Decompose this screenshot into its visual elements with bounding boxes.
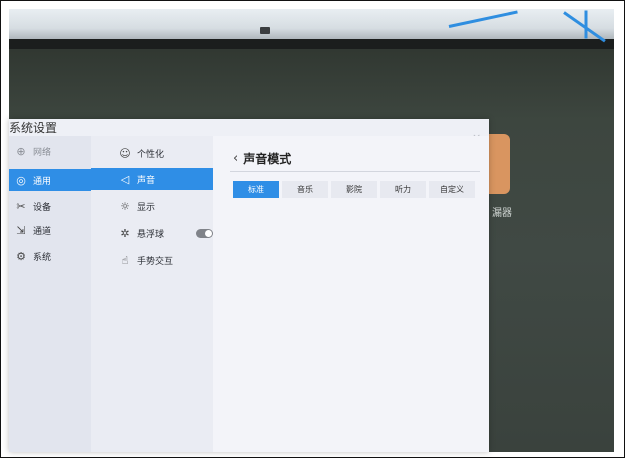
mode-button-music[interactable]: 音乐 bbox=[282, 181, 328, 198]
subnav-item-label: 个性化 bbox=[137, 149, 165, 160]
mode-button-hearing[interactable]: 听力 bbox=[380, 181, 426, 198]
subnav-item-label: 悬浮球 bbox=[137, 229, 165, 240]
general-icon: ◎ bbox=[16, 173, 26, 187]
display-bezel bbox=[9, 39, 614, 49]
ceiling-light-line bbox=[584, 10, 588, 39]
camera-icon bbox=[260, 27, 270, 34]
back-chevron-icon[interactable]: ‹ bbox=[233, 151, 238, 166]
page-title: 声音模式 bbox=[243, 152, 292, 166]
floating-ball-toggle[interactable] bbox=[196, 229, 213, 238]
mode-button-standard[interactable]: 标准 bbox=[233, 181, 279, 198]
sidebar-item-system[interactable]: ⚙ 系统 bbox=[9, 245, 91, 267]
floating-ball-icon: ✲ bbox=[120, 226, 130, 240]
app-tile-label: 漏器 bbox=[492, 208, 512, 219]
mode-button-custom[interactable]: 自定义 bbox=[429, 181, 475, 198]
sidebar-item-network[interactable]: ⊕ 网络 bbox=[9, 140, 91, 162]
sidebar-item-label: 设备 bbox=[33, 202, 52, 213]
sidebar-item-label: 网络 bbox=[33, 147, 52, 158]
globe-icon: ⊕ bbox=[16, 144, 26, 158]
subnav-item-gesture[interactable]: ☝ 手势交互 bbox=[91, 249, 213, 271]
brightness-icon: ☼ bbox=[120, 199, 130, 213]
subnav-item-floating-ball[interactable]: ✲ 悬浮球 bbox=[91, 222, 191, 244]
sidebar-item-label: 通道 bbox=[33, 226, 52, 237]
sidebar-item-general[interactable]: ◎ 通用 bbox=[9, 169, 91, 191]
system-icon: ⚙ bbox=[16, 249, 26, 263]
input-channel-icon: ⇲ bbox=[16, 223, 26, 237]
speaker-icon: ◁ bbox=[120, 172, 130, 186]
sidebar-item-channels[interactable]: ⇲ 通道 bbox=[9, 219, 91, 241]
header-divider bbox=[230, 171, 480, 172]
subnav-item-display[interactable]: ☼ 显示 bbox=[91, 195, 213, 217]
sidebar-item-label: 系统 bbox=[33, 252, 52, 263]
subnav-item-label: 显示 bbox=[137, 202, 156, 213]
subnav-item-sound[interactable]: ◁ 声音 bbox=[91, 168, 213, 190]
subnav-item-label: 手势交互 bbox=[137, 256, 174, 267]
sound-mode-group: 标准 音乐 影院 听力 自定义 bbox=[233, 181, 475, 198]
palette-icon: ☺ bbox=[119, 146, 131, 160]
tools-icon: ✂ bbox=[16, 199, 26, 213]
subnav-item-personalization[interactable]: ☺ 个性化 bbox=[91, 142, 213, 164]
subnav-item-label: 声音 bbox=[137, 175, 156, 186]
page-header: ‹ 声音模式 bbox=[233, 150, 291, 167]
mode-button-cinema[interactable]: 影院 bbox=[331, 181, 377, 198]
ceiling bbox=[9, 9, 614, 41]
sidebar-item-label: 通用 bbox=[33, 176, 52, 187]
gesture-icon: ☝ bbox=[121, 253, 129, 267]
window-title: 系统设置 bbox=[9, 121, 58, 135]
sidebar-item-devices[interactable]: ✂ 设备 bbox=[9, 195, 91, 217]
